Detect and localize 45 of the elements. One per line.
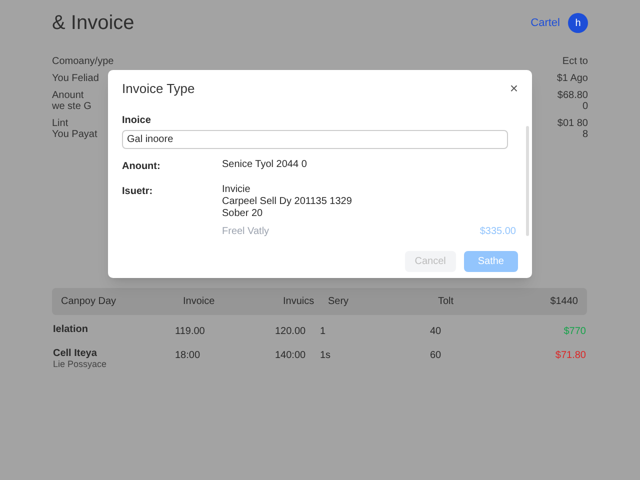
amount-cell-text: $71.80 [554, 349, 586, 363]
dialog-title: Invoice Type [122, 80, 195, 98]
column-header: Invuics [283, 295, 316, 309]
table-cell-text: 140:00 [275, 349, 307, 363]
table-cell-sub: Lie Possyace [53, 359, 108, 370]
detail-label: Isuetr: [122, 185, 154, 199]
column-header: Sery [328, 295, 350, 309]
detail-value: Invicie [222, 184, 252, 196]
detail-value: $335.00 [480, 225, 516, 239]
summary-label: Anount [52, 90, 84, 101]
page-title: & Invoice [52, 11, 134, 36]
table-cell-text: 1s [320, 349, 332, 363]
column-header: $1440 [549, 295, 578, 309]
scrollbar[interactable] [526, 126, 529, 236]
summary-value: $1 Ago [556, 73, 588, 84]
table-cell-text: 40 [430, 325, 442, 339]
input-field[interactable]: Gal inoore [122, 130, 508, 149]
detail-value: Sober 20 [222, 208, 264, 220]
field-label: Inoice [122, 114, 152, 128]
summary-sublabel: we ste G [52, 101, 92, 112]
summary-value: $68.80 [557, 90, 588, 101]
table-cell-text: Cell Iteya [53, 348, 98, 359]
detail-label: Freel Vatly [222, 225, 270, 239]
summary-sublabel: You Payat [52, 129, 98, 140]
summary-label: Comoany/ype [52, 56, 114, 67]
detail-label: Anount: [122, 160, 162, 174]
column-header: Tolt [438, 295, 455, 309]
amount-cell-text: $770 [562, 325, 586, 339]
table-cell-text: 119.00 [175, 325, 206, 339]
avatar[interactable]: h [568, 13, 588, 33]
detail-value: Senice Tyol 2044 0 [222, 159, 307, 171]
summary-subvalue: 8 [582, 129, 588, 140]
summary-subvalue: 0 [582, 101, 588, 112]
summary-label: Lint [52, 118, 70, 129]
table-cell-text: 1 [320, 325, 327, 339]
summary-value: Ect to [562, 56, 588, 67]
table-cell-text: Ielation [53, 324, 90, 335]
table-cell-text: 18:00 [175, 349, 202, 363]
column-header: Invoice [183, 295, 216, 309]
table-cell-text: 120.00 [275, 325, 307, 339]
summary-value: $01 80 [557, 118, 588, 129]
detail-value: Carpeel Sell Dy 201135 1329 [222, 196, 352, 208]
summary-label: You Feliad [52, 73, 99, 84]
column-header: Canpoy Day [61, 295, 118, 309]
table-cell-text: 60 [430, 349, 442, 363]
